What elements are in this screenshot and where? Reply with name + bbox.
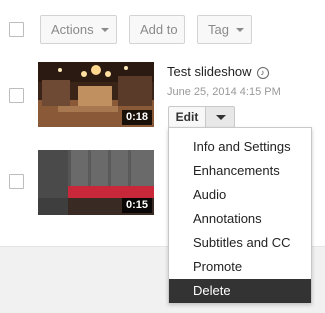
video-duration: 0:15	[121, 198, 152, 213]
tag-button[interactable]: Tag	[197, 15, 252, 44]
add-to-button[interactable]: Add to	[129, 15, 185, 44]
menu-item-annotations[interactable]: Annotations	[169, 207, 311, 231]
add-to-label: Add to	[140, 22, 178, 37]
menu-item-promote[interactable]: Promote	[169, 255, 311, 279]
chevron-down-icon	[100, 27, 109, 32]
video-title[interactable]: Test slideshow ♪	[167, 64, 269, 79]
chevron-down-icon	[235, 27, 244, 32]
video-thumbnail[interactable]: 0:15	[38, 150, 154, 215]
bulk-actions-toolbar: Actions Add to Tag	[0, 0, 325, 58]
video-row-checkbox[interactable]	[9, 174, 24, 189]
menu-item-audio[interactable]: Audio	[169, 183, 311, 207]
video-row: 0:18	[0, 58, 325, 138]
actions-button[interactable]: Actions	[40, 15, 117, 44]
music-note-icon: ♪	[256, 67, 269, 79]
video-duration: 0:18	[121, 110, 152, 125]
chevron-down-icon	[216, 115, 226, 120]
select-all-checkbox[interactable]	[9, 22, 24, 37]
menu-item-subtitles-and-cc[interactable]: Subtitles and CC	[169, 231, 311, 255]
video-row-checkbox[interactable]	[9, 88, 24, 103]
actions-label: Actions	[51, 22, 94, 37]
menu-item-info-and-settings[interactable]: Info and Settings	[169, 135, 311, 159]
edit-menu-toggle[interactable]	[205, 106, 235, 128]
tag-label: Tag	[208, 22, 229, 37]
video-thumbnail[interactable]: 0:18	[38, 62, 154, 127]
edit-dropdown-menu: Info and Settings Enhancements Audio Ann…	[168, 127, 312, 303]
video-title-text: Test slideshow	[167, 64, 252, 79]
menu-item-delete[interactable]: Delete	[169, 279, 311, 303]
edit-button[interactable]: Edit	[168, 106, 206, 128]
menu-item-enhancements[interactable]: Enhancements	[169, 159, 311, 183]
video-date: June 25, 2014 4:15 PM	[167, 86, 281, 98]
